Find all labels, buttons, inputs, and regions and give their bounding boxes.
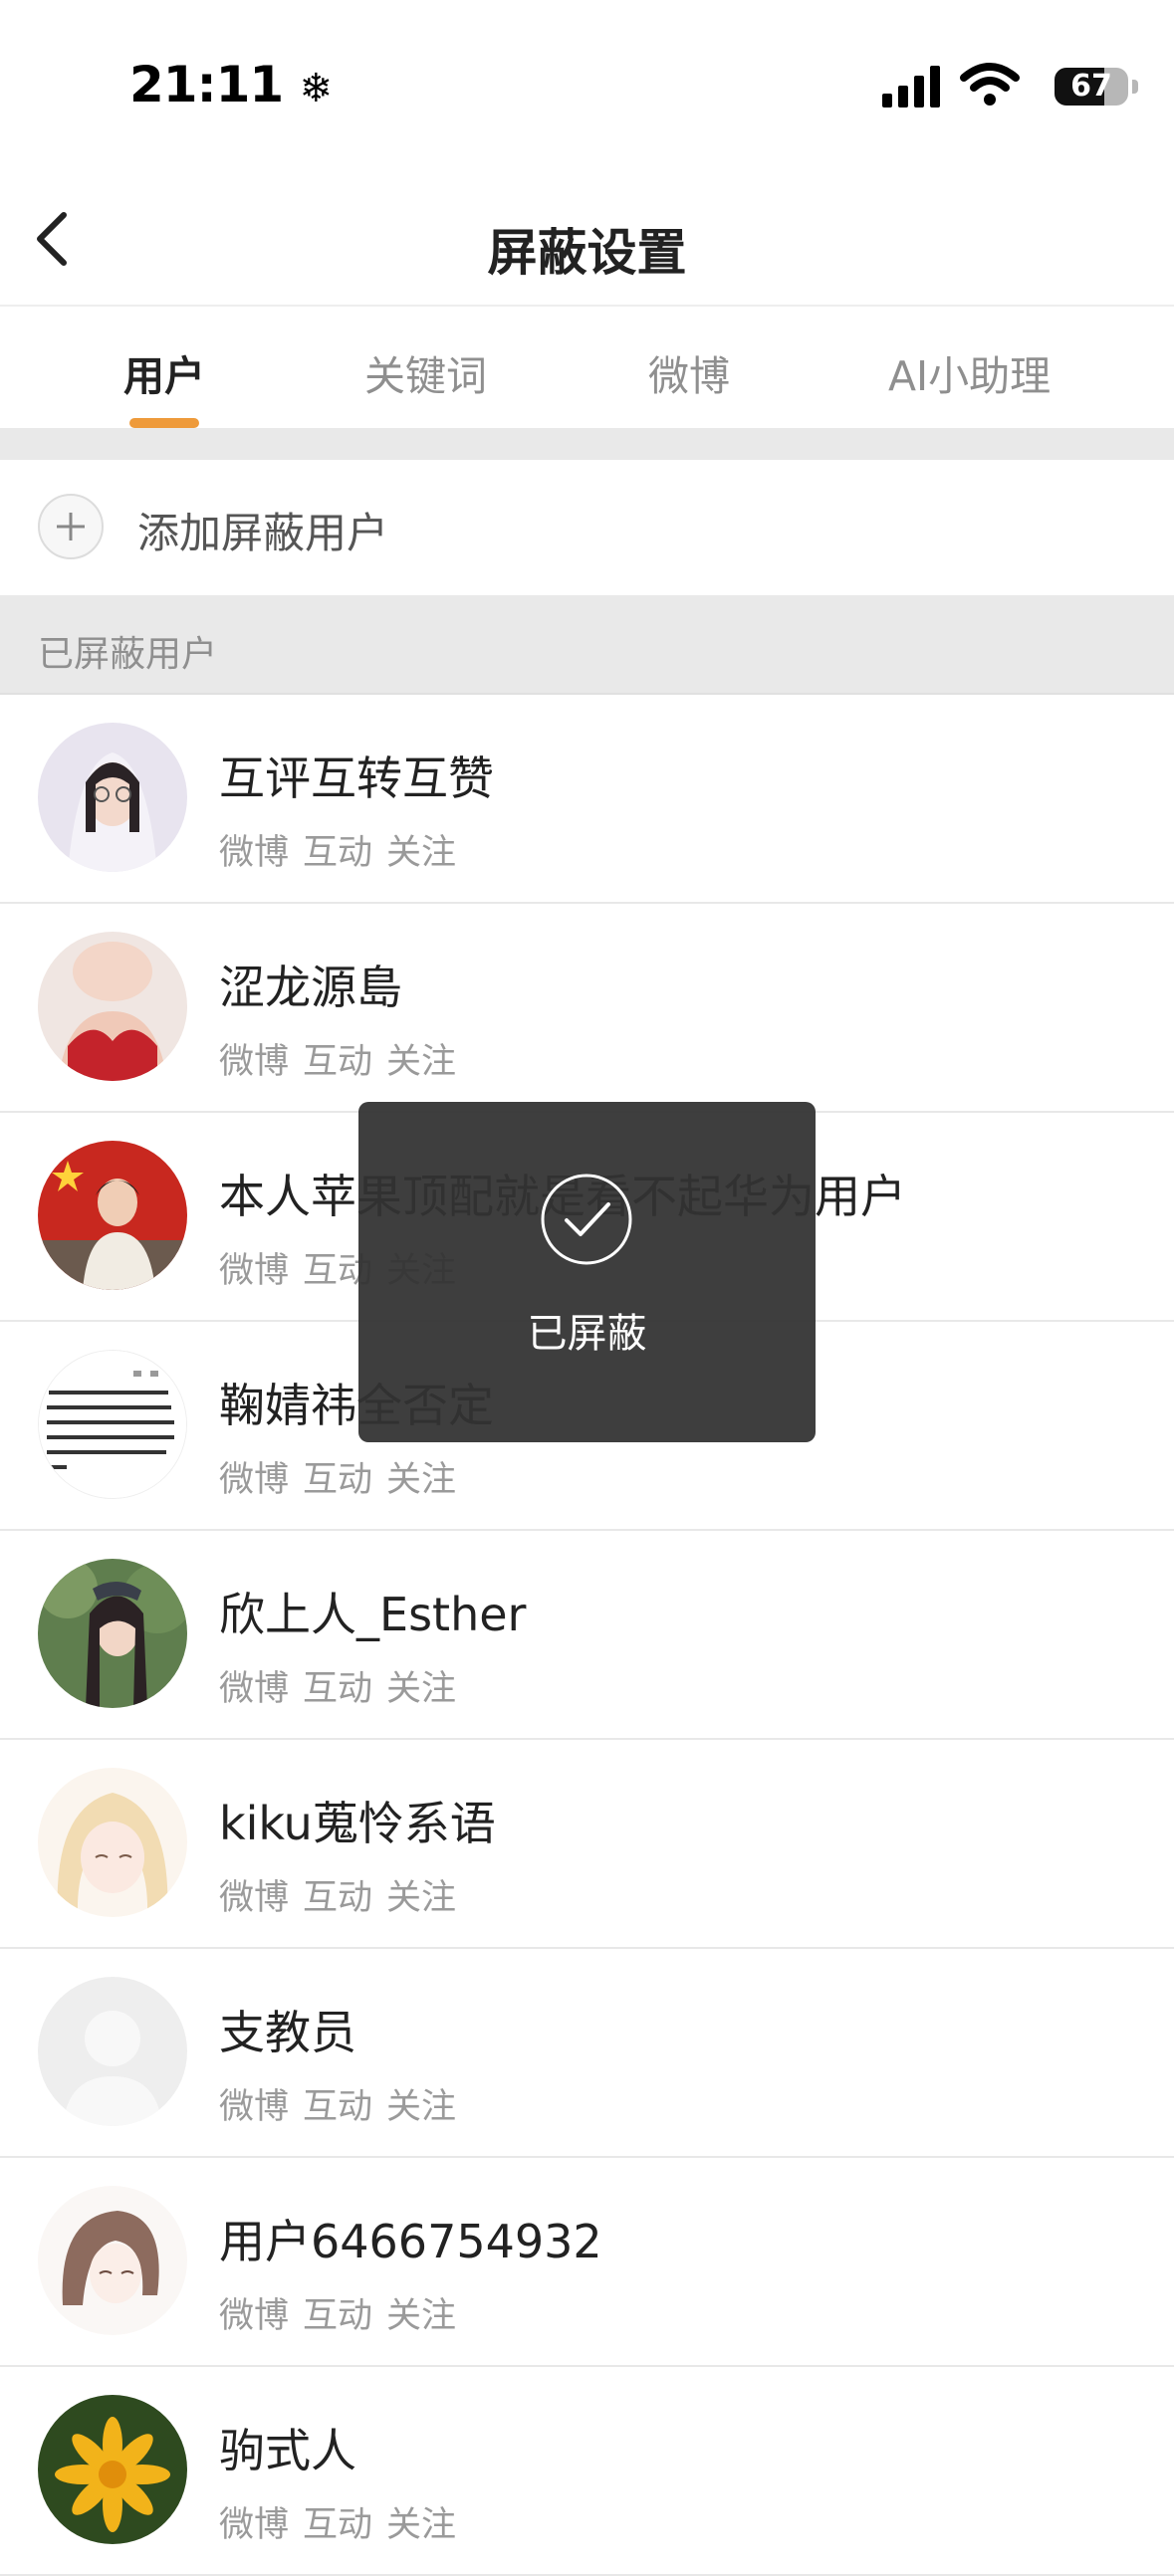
meta-interact[interactable]: 互动: [303, 2087, 372, 2127]
user-meta: 微博互动关注: [219, 2496, 470, 2547]
user-meta: 微博互动关注: [219, 2078, 470, 2129]
meta-weibo[interactable]: 微博: [219, 1878, 289, 1918]
nav-bar: 屏蔽设置: [0, 169, 1174, 307]
tab-users[interactable]: 用户: [123, 342, 205, 402]
user-name: 支教员: [219, 2006, 356, 2059]
meta-interact[interactable]: 互动: [303, 2296, 372, 2336]
meta-follow[interactable]: 关注: [386, 1460, 456, 1500]
divider-band: [0, 428, 1174, 460]
user-name: kiku蒐怜系语: [219, 1797, 496, 1850]
user-row[interactable]: 驹式人 微博 互动 关注: [0, 2367, 1174, 2576]
snowflake-icon: ❄: [299, 66, 334, 111]
wifi-icon: [960, 63, 1020, 106]
avatar[interactable]: [38, 1559, 187, 1708]
user-meta: 微博互动关注: [219, 1869, 470, 1920]
blocked-user-list: 互评互转互赞 微博互动关注 涩龙源島 微博互动关注 本人苹果顶配就是看不起华为用…: [0, 695, 1174, 2576]
avatar[interactable]: [38, 2186, 187, 2335]
user-row[interactable]: 涩龙源島 微博 互动 关注: [0, 904, 1174, 1113]
user-name: 驹式人: [219, 2424, 356, 2477]
avatar[interactable]: [38, 1141, 187, 1290]
user-meta: 微博互动关注: [219, 1660, 470, 1711]
blocked-toast: 已屏蔽: [358, 1102, 816, 1442]
meta-follow[interactable]: 关注: [386, 2087, 456, 2127]
user-meta: 微博互动关注: [219, 2287, 470, 2338]
status-time-text: 21:11: [129, 56, 284, 113]
meta-weibo[interactable]: 微博: [219, 2087, 289, 2127]
tab-ai-assistant[interactable]: AI小助理: [888, 342, 1051, 402]
section-label: 已屏蔽用户: [38, 634, 218, 675]
meta-weibo[interactable]: 微博: [219, 1251, 289, 1291]
avatar[interactable]: [38, 2395, 187, 2544]
avatar[interactable]: [38, 932, 187, 1081]
user-row[interactable]: kiku蒐怜系语 微博 互动 关注: [0, 1740, 1174, 1949]
meta-interact[interactable]: 互动: [303, 1460, 372, 1500]
meta-weibo[interactable]: 微博: [219, 2296, 289, 2336]
meta-interact[interactable]: 互动: [303, 833, 372, 873]
user-row[interactable]: 互评互转互赞 微博 互动 关注: [0, 695, 1174, 904]
user-name: 用户6466754932: [219, 2215, 602, 2268]
battery-level-text: 67: [1070, 69, 1112, 104]
status-icons: 67: [855, 0, 1174, 169]
user-row[interactable]: 支教员 微博 互动 关注: [0, 1949, 1174, 2158]
meta-weibo[interactable]: 微博: [219, 833, 289, 873]
tab-weibo[interactable]: 微博: [648, 342, 730, 402]
tab-keywords[interactable]: 关键词: [364, 342, 487, 402]
meta-weibo[interactable]: 微博: [219, 1460, 289, 1500]
default-avatar-icon[interactable]: [38, 1977, 187, 2126]
page-title: 屏蔽设置: [487, 224, 687, 282]
user-meta: 微博互动关注: [219, 824, 470, 875]
meta-follow[interactable]: 关注: [386, 833, 456, 873]
meta-weibo[interactable]: 微博: [219, 1042, 289, 1082]
avatar[interactable]: [38, 1768, 187, 1917]
meta-interact[interactable]: 互动: [303, 2505, 372, 2545]
status-time: 21:11 ❄: [129, 56, 334, 113]
user-name: 欣上人_Esther: [219, 1588, 527, 1641]
meta-interact[interactable]: 互动: [303, 1878, 372, 1918]
tab-bar: 用户 关键词 微博 AI小助理: [0, 307, 1174, 428]
meta-follow[interactable]: 关注: [386, 1669, 456, 1709]
check-circle-icon: [541, 1174, 632, 1265]
user-meta: 微博互动关注: [219, 1451, 470, 1502]
section-header: 已屏蔽用户: [0, 595, 1174, 695]
toast-message: 已屏蔽: [527, 1311, 647, 1357]
avatar[interactable]: [38, 723, 187, 872]
meta-interact[interactable]: 互动: [303, 1042, 372, 1082]
meta-follow[interactable]: 关注: [386, 1042, 456, 1082]
user-meta: 微博互动关注: [219, 1033, 470, 1084]
meta-follow[interactable]: 关注: [386, 2296, 456, 2336]
meta-interact[interactable]: 互动: [303, 1669, 372, 1709]
meta-follow[interactable]: 关注: [386, 2505, 456, 2545]
plus-icon: [38, 494, 104, 559]
user-name: 涩龙源島: [219, 961, 402, 1014]
meta-follow[interactable]: 关注: [386, 1878, 456, 1918]
signal-icon: [882, 66, 940, 107]
user-row[interactable]: 用户6466754932 微博 互动 关注: [0, 2158, 1174, 2367]
user-name: 互评互转互赞: [219, 751, 494, 805]
battery-icon: 67: [1055, 68, 1128, 106]
battery-nub: [1132, 80, 1138, 94]
status-bar: 21:11 ❄ 67: [0, 0, 1174, 169]
meta-weibo[interactable]: 微博: [219, 1669, 289, 1709]
add-blocked-user-button[interactable]: 添加屏蔽用户: [0, 460, 1174, 595]
user-row[interactable]: 欣上人_Esther 微博 互动 关注: [0, 1531, 1174, 1740]
avatar[interactable]: [38, 1350, 187, 1499]
meta-weibo[interactable]: 微博: [219, 2505, 289, 2545]
add-blocked-user-label: 添加屏蔽用户: [137, 509, 389, 557]
active-tab-indicator: [129, 418, 199, 428]
